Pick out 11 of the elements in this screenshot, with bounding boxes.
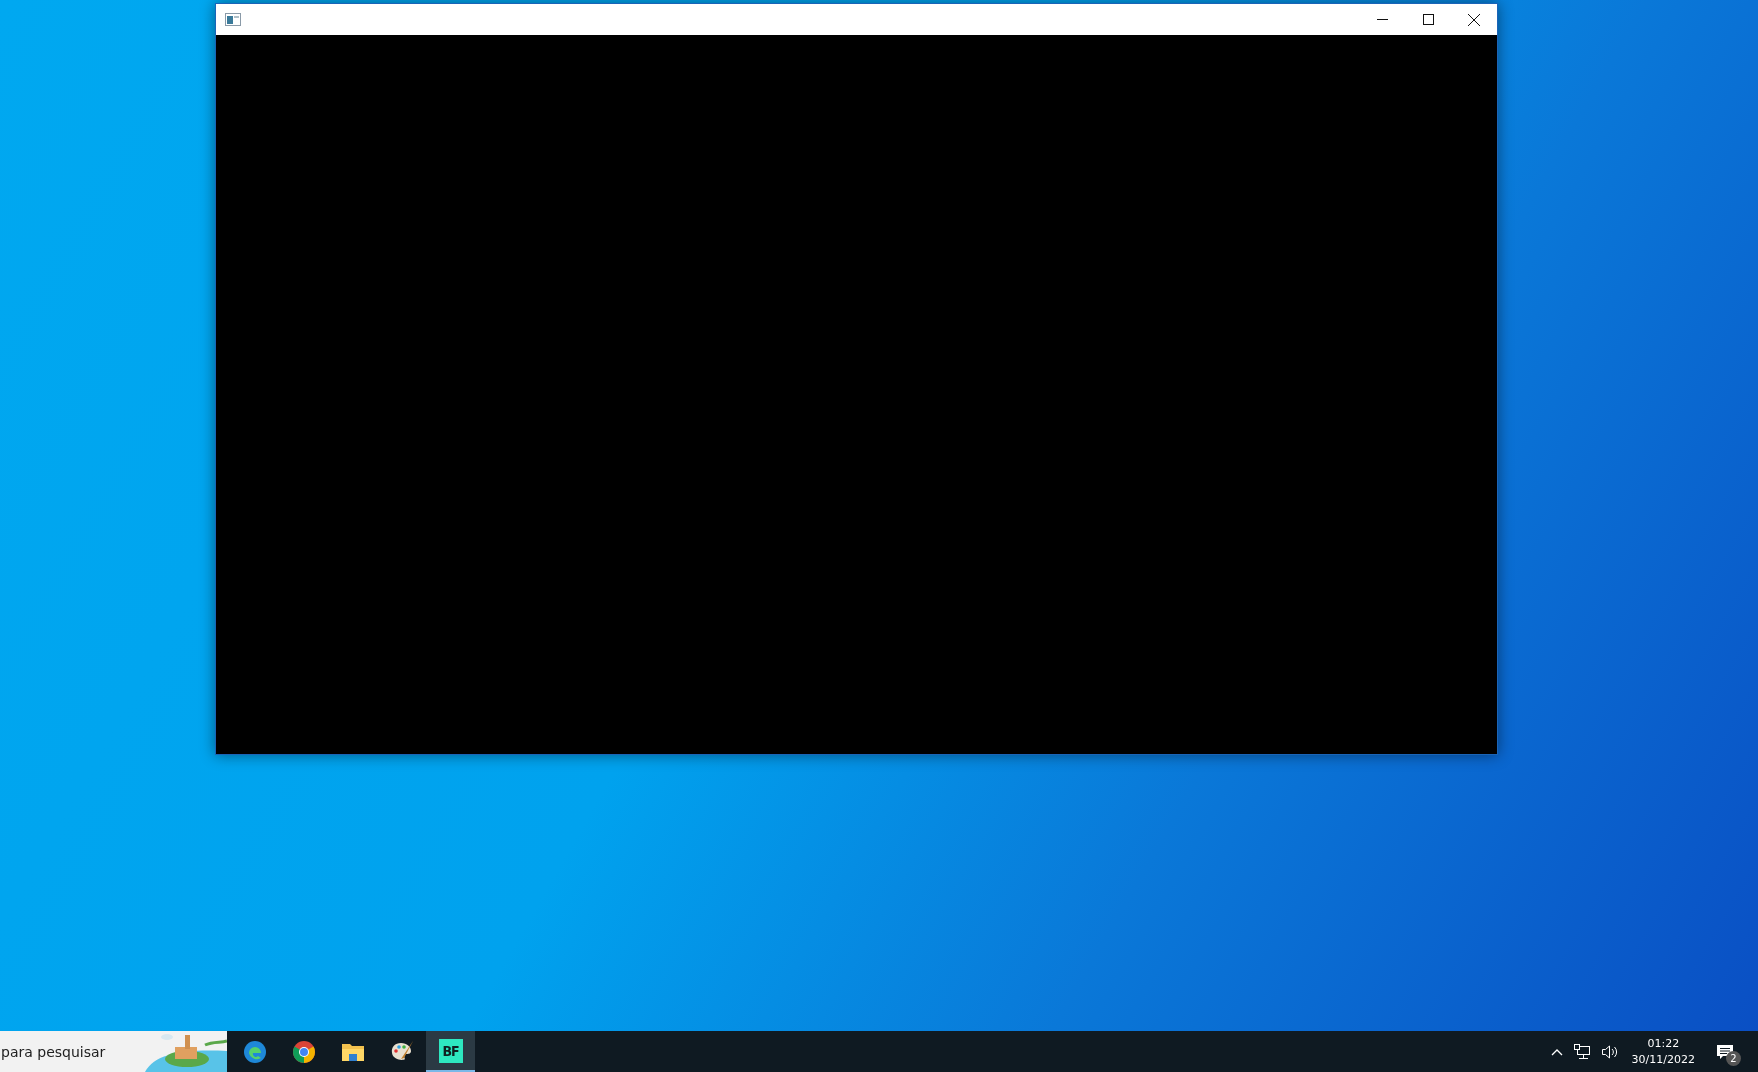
notification-count: 2 <box>1726 1051 1741 1066</box>
app-logo: BF <box>438 1038 463 1063</box>
clock[interactable]: 01:22 30/11/2022 <box>1623 1035 1703 1068</box>
browser-icon <box>242 1039 267 1064</box>
search-box[interactable]: para pesquisar <box>0 1031 227 1072</box>
browser-icon <box>291 1039 316 1064</box>
notification-button[interactable]: 2 <box>1703 1031 1747 1072</box>
maximize-icon[interactable] <box>1422 14 1434 25</box>
window-app-icon <box>225 13 241 26</box>
close-icon[interactable] <box>1468 13 1480 26</box>
taskbar-app[interactable]: BF <box>426 1031 475 1072</box>
